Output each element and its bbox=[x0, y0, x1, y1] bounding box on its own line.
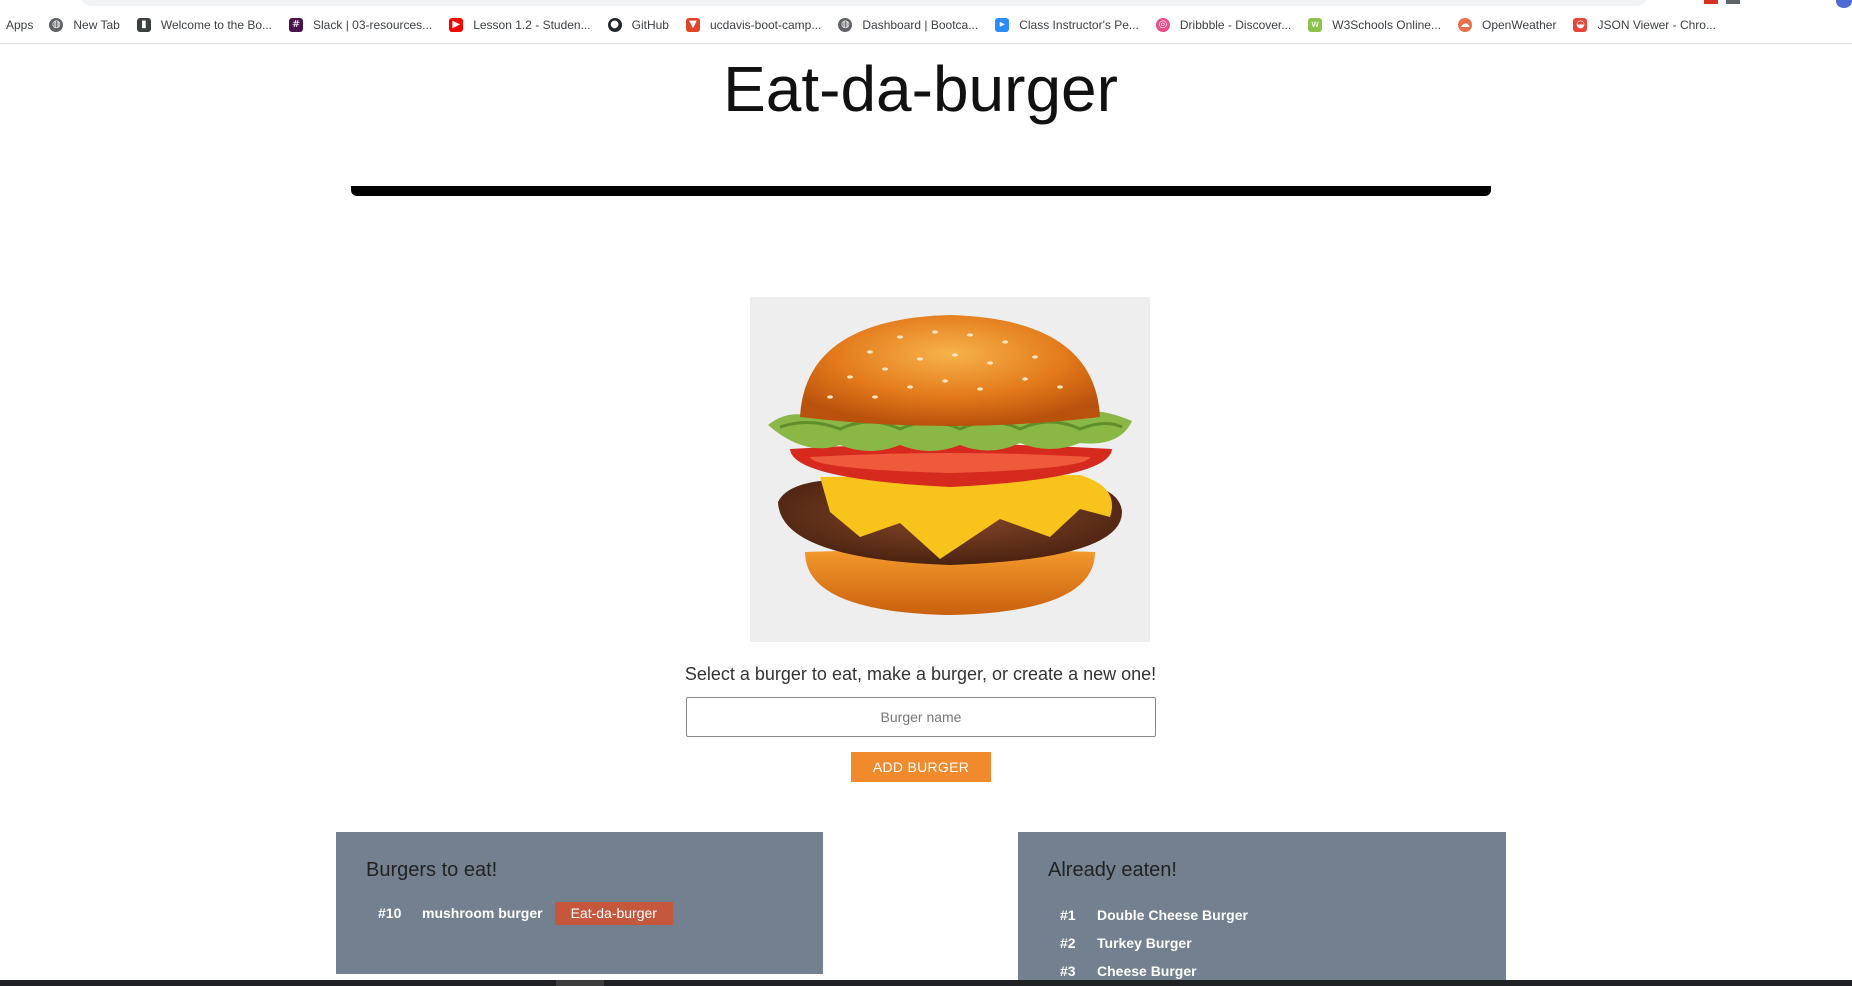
list-item: #1 Double Cheese Burger bbox=[1060, 901, 1476, 929]
extension-icons bbox=[1696, 0, 1852, 8]
bookmark-github[interactable]: ● GitHub bbox=[607, 18, 669, 32]
burger-id: #3 bbox=[1060, 963, 1076, 979]
bookmark-label: ucdavis-boot-camp... bbox=[709, 18, 822, 32]
bookmarks-bar: Apps ◍ New Tab ▮ Welcome to the Bo... # … bbox=[0, 0, 1852, 44]
slack-icon: # bbox=[289, 18, 304, 32]
address-bar-edge[interactable] bbox=[78, 0, 1650, 6]
bookmark-label: Welcome to the Bo... bbox=[160, 18, 273, 32]
bookmark-zoom[interactable]: ▸ Class Instructor's Pe... bbox=[995, 18, 1139, 32]
extension-icon[interactable] bbox=[1726, 0, 1740, 4]
bookmark-label: Lesson 1.2 - Studen... bbox=[473, 18, 591, 32]
bookmark-w3schools[interactable]: w W3Schools Online... bbox=[1308, 18, 1441, 32]
bookmark-label: New Tab bbox=[73, 18, 120, 32]
already-eaten-panel: Already eaten! #1 Double Cheese Burger #… bbox=[1018, 832, 1506, 986]
scrollbar-thumb[interactable] bbox=[556, 980, 604, 986]
burger-name: mushroom burger bbox=[422, 905, 543, 921]
bookmark-json-viewer[interactable]: ◒ JSON Viewer - Chro... bbox=[1573, 18, 1716, 32]
book-icon: ▮ bbox=[136, 18, 151, 32]
bookmark-label: Dashboard | Bootca... bbox=[862, 18, 979, 32]
burger-name: Double Cheese Burger bbox=[1097, 907, 1248, 923]
bookmark-label: Dribbble - Discover... bbox=[1179, 18, 1292, 32]
w3schools-icon: w bbox=[1308, 18, 1323, 32]
bookmark-label: OpenWeather bbox=[1481, 18, 1557, 32]
gitlab-icon: ▼ bbox=[685, 18, 700, 32]
openweather-icon: ☁ bbox=[1457, 18, 1472, 32]
eat-burger-button[interactable]: Eat-da-burger bbox=[554, 901, 673, 925]
burger-id: #2 bbox=[1060, 935, 1076, 951]
bookmark-new-tab[interactable]: ◍ New Tab bbox=[49, 18, 120, 32]
page-title: Eat-da-burger bbox=[723, 53, 1118, 125]
burgers-to-eat-panel: Burgers to eat! #10 mushroom burger Eat-… bbox=[336, 832, 823, 974]
horizontal-scrollbar[interactable] bbox=[0, 980, 1852, 986]
bookmark-dashboard[interactable]: ◍ Dashboard | Bootca... bbox=[838, 18, 978, 32]
bookmark-label: JSON Viewer - Chro... bbox=[1597, 18, 1716, 32]
bookmark-label: Class Instructor's Pe... bbox=[1019, 18, 1139, 32]
chrome-webstore-icon: ◒ bbox=[1573, 18, 1588, 32]
zoom-icon: ▸ bbox=[995, 18, 1010, 32]
bookmark-label: Apps bbox=[6, 18, 34, 32]
list-item: #10 mushroom burger Eat-da-burger bbox=[378, 901, 793, 925]
bookmark-lesson[interactable]: ▶ Lesson 1.2 - Studen... bbox=[449, 18, 591, 32]
bookmark-welcome[interactable]: ▮ Welcome to the Bo... bbox=[136, 18, 273, 32]
github-icon: ● bbox=[607, 18, 622, 32]
bookmark-gitlab[interactable]: ▼ ucdavis-boot-camp... bbox=[685, 18, 822, 32]
bookmark-label: GitHub bbox=[631, 18, 669, 32]
bookmark-slack[interactable]: # Slack | 03-resources... bbox=[289, 18, 432, 32]
bookmark-label: Slack | 03-resources... bbox=[313, 18, 433, 32]
profile-avatar-icon[interactable] bbox=[1836, 0, 1852, 8]
bookmark-openweather[interactable]: ☁ OpenWeather bbox=[1457, 18, 1557, 32]
globe-icon: ◍ bbox=[838, 18, 853, 32]
bookmark-dribbble[interactable]: ◎ Dribbble - Discover... bbox=[1155, 18, 1292, 32]
bookmark-apps[interactable]: Apps bbox=[6, 18, 33, 32]
dribbble-icon: ◎ bbox=[1155, 18, 1170, 32]
burger-illustration bbox=[768, 315, 1132, 615]
bookmark-list: Apps ◍ New Tab ▮ Welcome to the Bo... # … bbox=[6, 16, 1733, 34]
burger-name: Cheese Burger bbox=[1097, 963, 1197, 979]
globe-icon: ◍ bbox=[49, 18, 64, 32]
burger-id: #10 bbox=[378, 905, 402, 921]
burger-id: #1 bbox=[1060, 907, 1076, 923]
panel-title: Burgers to eat! bbox=[366, 859, 498, 881]
burger-image bbox=[750, 297, 1150, 642]
add-burger-button[interactable]: ADD BURGER bbox=[851, 752, 991, 782]
extension-icon[interactable] bbox=[1704, 0, 1718, 4]
title-divider bbox=[351, 186, 1491, 196]
burger-name-input[interactable] bbox=[686, 697, 1156, 737]
bookmark-label: W3Schools Online... bbox=[1332, 18, 1441, 32]
list-item: #2 Turkey Burger bbox=[1060, 929, 1476, 957]
panel-title: Already eaten! bbox=[1048, 859, 1177, 881]
youtube-icon: ▶ bbox=[449, 18, 464, 32]
burger-name: Turkey Burger bbox=[1097, 935, 1192, 951]
instructions-text: Select a burger to eat, make a burger, o… bbox=[684, 664, 1157, 684]
